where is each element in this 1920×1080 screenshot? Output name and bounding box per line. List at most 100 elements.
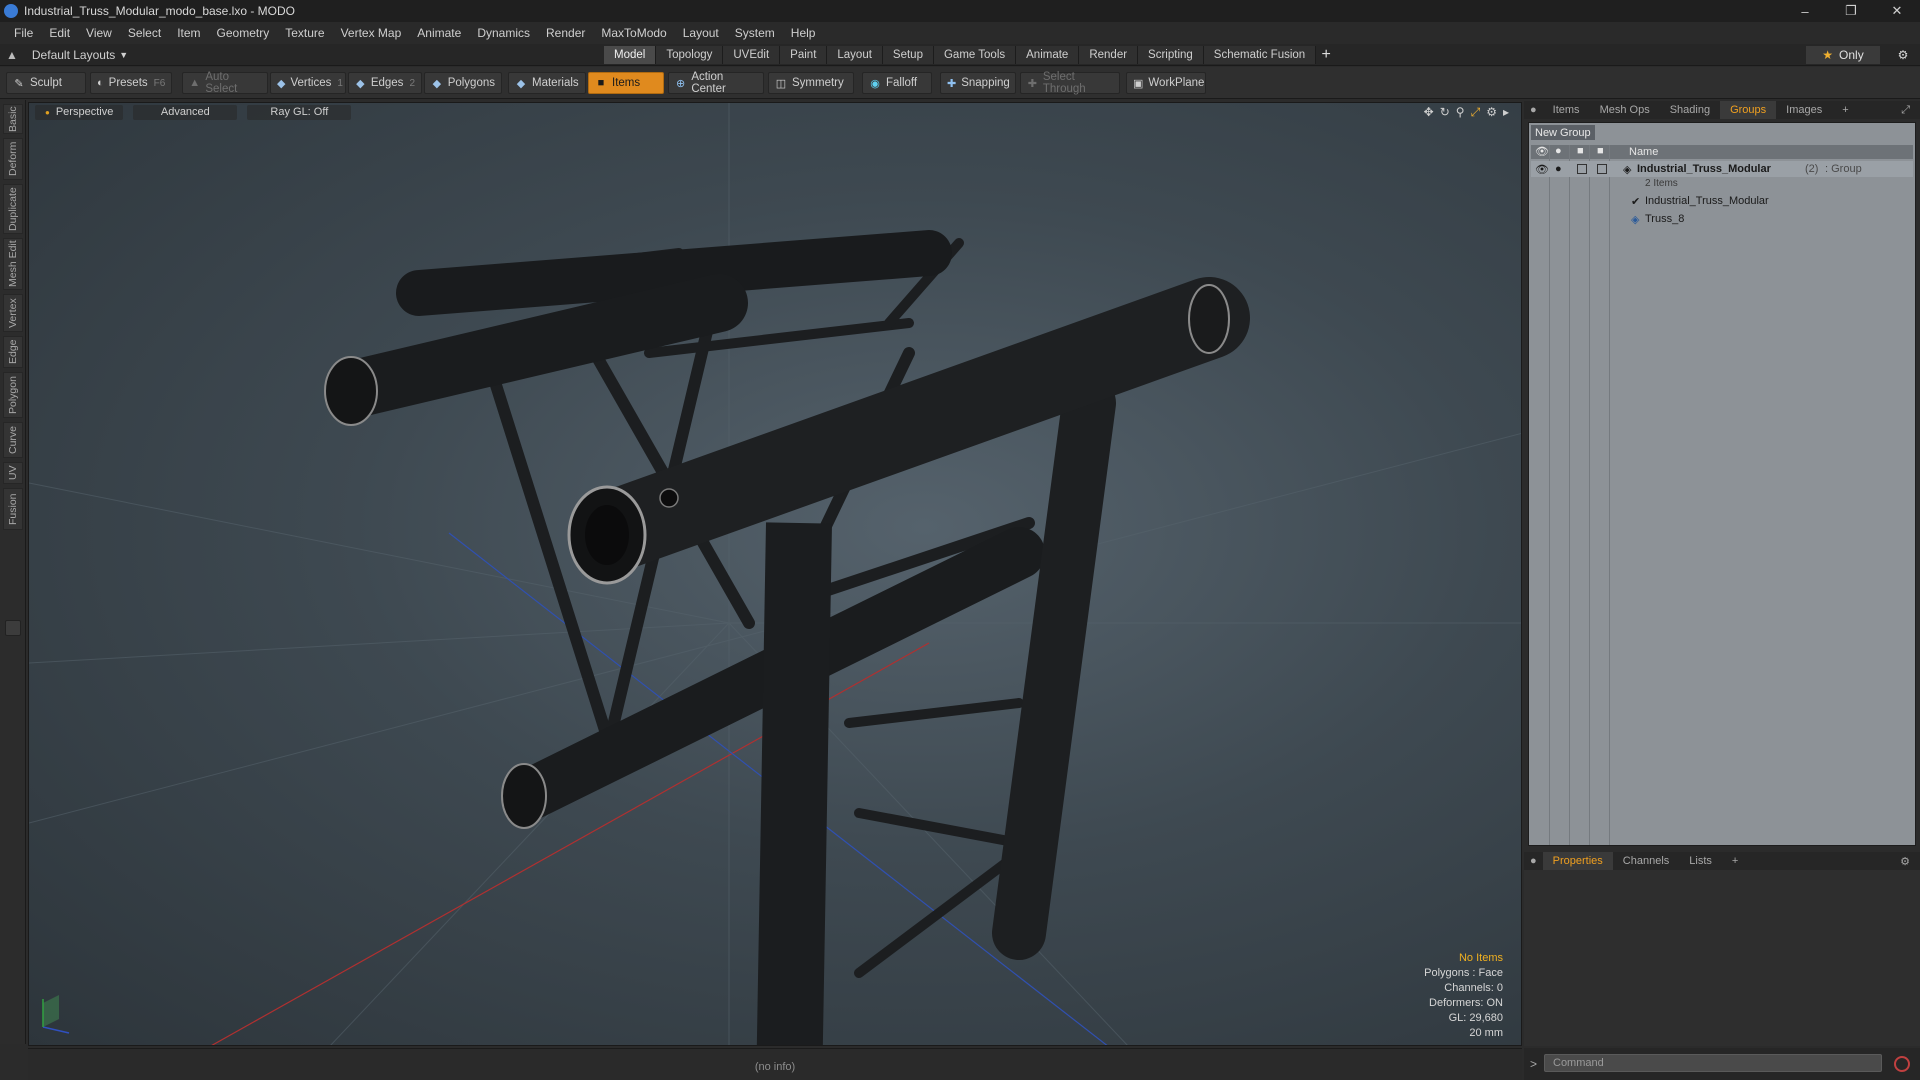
menu-layout[interactable]: Layout [675,26,727,40]
record-icon[interactable] [1894,1056,1910,1072]
render-icon[interactable]: ● [1555,163,1562,175]
menu-geometry[interactable]: Geometry [209,26,278,40]
rotate-icon[interactable]: ↻ [1440,105,1450,120]
tab-model[interactable]: Model [604,46,657,64]
tab-game-tools[interactable]: Game Tools [933,46,1017,64]
new-group-button[interactable]: New Group [1531,125,1595,140]
sculpt-button[interactable]: ✎ Sculpt [6,72,86,94]
presets-button[interactable]: ◐ Presets F6 [90,72,172,94]
layout-selector[interactable]: ▲ Default Layouts ▼ [6,47,128,63]
tree-item-label: Industrial_Truss_Modular [1645,195,1769,207]
tab-topology[interactable]: Topology [656,46,724,64]
tree-item-row[interactable]: ◈ Truss_8 [1531,211,1913,227]
tab-scripting[interactable]: Scripting [1138,46,1204,64]
tab-images[interactable]: Images [1776,101,1832,119]
tab-fusion[interactable]: Fusion [3,488,23,530]
tab-lists[interactable]: Lists [1679,852,1722,870]
command-input[interactable]: Command [1544,1054,1882,1072]
tab-render[interactable]: Render [1079,46,1139,64]
viewport-menu-icon[interactable]: ▸ [1503,105,1509,120]
tab-uv[interactable]: UV [3,462,23,484]
viewport-nav-icons: ✥ ↻ ⚲ ⤢ ⚙ ▸ [1424,105,1509,120]
tab-vertex[interactable]: Vertex [3,294,23,332]
auto-select-button[interactable]: ▲ Auto Select [182,71,268,95]
menu-maxtomodo[interactable]: MaxToModo [593,26,674,40]
3d-viewport[interactable]: ● Perspective Advanced Ray GL: Off ✥ ↻ ⚲… [28,102,1522,1046]
props-menu-icon[interactable]: ● [1524,852,1543,870]
group-item-count: 2 Items [1645,177,1678,189]
symmetry-button[interactable]: ◫ Symmetry [768,72,854,94]
shading-mode-selector[interactable]: Advanced [133,104,238,120]
tab-items[interactable]: Items [1543,101,1590,119]
minimize-icon[interactable]: – [1782,0,1828,22]
menu-vertex-map[interactable]: Vertex Map [333,26,410,40]
menu-select[interactable]: Select [120,26,169,40]
select-through-button[interactable]: ✚ Select Through [1020,71,1120,95]
select-checkbox[interactable] [1597,164,1607,174]
materials-button[interactable]: ◆ Materials [508,72,586,94]
only-toggle[interactable]: ★ Only [1806,46,1880,64]
auto-select-icon: ▲ [189,77,201,89]
menu-edit[interactable]: Edit [41,26,78,40]
zoom-icon[interactable]: ⚲ [1456,105,1465,120]
edges-button[interactable]: ◆ Edges 2 [348,72,422,94]
panel-menu-icon[interactable]: ● [1524,101,1543,119]
gear-icon[interactable]: ⚙ [1894,46,1912,64]
tab-shading[interactable]: Shading [1660,101,1720,119]
tab-channels[interactable]: Channels [1613,852,1679,870]
window-title: Industrial_Truss_Modular_modo_base.lxo -… [24,4,296,18]
tab-polygon[interactable]: Polygon [3,372,23,418]
panel-expand-icon[interactable]: ⤢ [1891,101,1920,119]
workplane-button[interactable]: ▣ WorkPlane [1126,72,1206,94]
truss-model [324,230,1250,1045]
vertices-button[interactable]: ◆ Vertices 1 [270,72,346,94]
falloff-button[interactable]: ◉ Falloff [862,72,932,94]
tab-paint[interactable]: Paint [780,46,828,64]
tab-setup[interactable]: Setup [882,46,934,64]
fit-icon[interactable]: ⤢ [1471,105,1481,120]
restore-icon[interactable]: ❐ [1828,0,1874,22]
tab-groups[interactable]: Groups [1720,101,1777,119]
menu-file[interactable]: File [6,26,41,40]
menu-view[interactable]: View [78,26,120,40]
close-icon[interactable]: ✕ [1874,0,1920,22]
tab-edge[interactable]: Edge [3,336,23,368]
pan-icon[interactable]: ✥ [1424,105,1434,120]
tab-duplicate[interactable]: Duplicate [3,184,23,234]
items-button[interactable]: ■ Items [588,72,664,94]
menu-animate[interactable]: Animate [409,26,469,40]
menu-texture[interactable]: Texture [277,26,332,40]
props-settings-icon[interactable]: ⚙ [1890,852,1920,870]
menu-dynamics[interactable]: Dynamics [469,26,538,40]
tab-animate[interactable]: Animate [1016,46,1080,64]
raygl-toggle[interactable]: Ray GL: Off [247,104,352,120]
expand-toggle[interactable] [5,620,21,636]
menu-render[interactable]: Render [538,26,593,40]
tab-layout[interactable]: Layout [827,46,883,64]
viewport-settings-icon[interactable]: ⚙ [1486,105,1497,120]
tab-properties[interactable]: Properties [1542,852,1613,870]
snapping-button[interactable]: ✚ Snapping [940,72,1016,94]
action-center-button[interactable]: ⊕ Action Center [668,71,764,95]
tab-schematic-fusion[interactable]: Schematic Fusion [1203,46,1317,64]
add-panel-tab-icon[interactable]: + [1832,101,1858,119]
gl-count-status: GL: 29,680 [1448,1012,1503,1024]
lock-checkbox[interactable] [1577,164,1587,174]
tab-curve[interactable]: Curve [3,422,23,458]
polygons-button[interactable]: ◆ Polygons [424,72,502,94]
view-mode-selector[interactable]: ● Perspective [35,104,124,120]
tab-uvedit[interactable]: UVEdit [723,46,781,64]
menu-system[interactable]: System [727,26,783,40]
tab-basic[interactable]: Basic [3,104,23,134]
add-props-tab-icon[interactable]: + [1722,852,1748,870]
visibility-icon[interactable]: 👁 [1535,163,1549,176]
tab-deform[interactable]: Deform [3,138,23,180]
menu-help[interactable]: Help [783,26,824,40]
menu-item[interactable]: Item [169,26,208,40]
tab-mesh-ops[interactable]: Mesh Ops [1590,101,1660,119]
group-icon: ◈ [1623,163,1632,176]
tree-item-row[interactable]: ✔ Industrial_Truss_Modular [1531,193,1913,209]
snapping-icon: ✚ [947,77,957,90]
add-tab-icon[interactable]: + [1316,46,1336,64]
tab-mesh-edit[interactable]: Mesh Edit [3,238,23,290]
